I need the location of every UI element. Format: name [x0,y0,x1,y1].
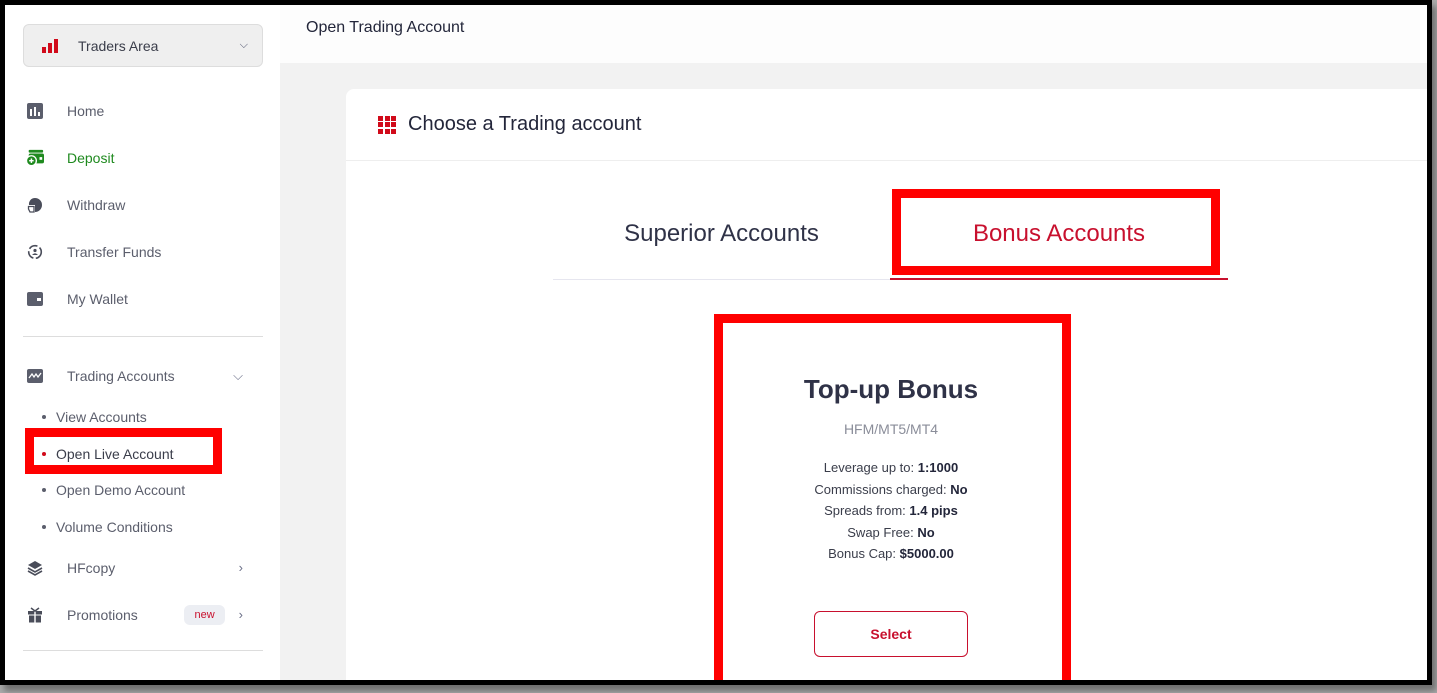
submenu-view-accounts[interactable]: View Accounts [28,399,228,436]
spec-leverage: Leverage up to: 1:1000 [721,457,1061,479]
card-header: Choose a Trading account [346,89,1427,161]
account-platforms: HFM/MT5/MT4 [843,421,939,437]
bullet-icon [42,488,46,493]
sidebar-item-promotions[interactable]: Promotions new › [23,591,263,638]
sidebar-item-deposit[interactable]: Deposit [23,134,263,181]
spec-swap-free: Swap Free: No [721,522,1061,544]
bullet-icon [42,451,46,456]
select-button[interactable]: Select [814,610,968,657]
chart-icon [26,102,44,120]
sidebar-item-label: Withdraw [67,196,126,213]
account-type-tabs: Superior Accounts Bonus Accounts [553,189,1228,281]
page-header: Open Trading Account [280,5,1427,63]
spec-value: No [950,481,968,497]
spec-bonus-cap: Bonus Cap: $5000.00 [721,543,1061,565]
signal-bars-icon [42,38,58,53]
tab-bonus-accounts[interactable]: Bonus Accounts [890,189,1228,280]
sidebar-item-label: Trading Accounts [67,367,175,384]
spec-label: Bonus Cap: [828,546,897,561]
bullet-icon [42,415,46,420]
sidebar-item-transfer-funds[interactable]: Transfer Funds [23,228,263,275]
wallet-icon [26,290,44,308]
sidebar-item-withdraw[interactable]: Withdraw [23,181,263,228]
sidebar-item-label: Promotions [67,606,138,623]
submenu-label: Open Live Account [56,445,174,462]
trading-accounts-nav: Trading Accounts ⌵ [23,352,263,399]
spec-value: No [917,524,935,540]
withdraw-icon [26,196,44,214]
sidebar-item-label: My Wallet [67,290,128,307]
submenu-open-demo-account[interactable]: Open Demo Account [28,472,228,509]
spec-value: 1.4 pips [909,503,958,518]
screenshot-frame: Traders Area ⌵ Home Deposit Withdraw Tra… [0,0,1432,685]
chevron-down-icon: ⌵ [239,39,248,51]
spec-label: Commissions charged: [814,481,947,497]
spec-spreads: Spreads from: 1.4 pips [721,500,1061,522]
chevron-right-icon: › [238,560,243,575]
sidebar-item-label: HFcopy [67,559,116,576]
gift-icon [26,606,44,624]
main-content: Open Trading Account Choose a Trading ac… [280,5,1427,680]
submenu-volume-conditions[interactable]: Volume Conditions [28,509,228,546]
spec-label: Leverage up to: [823,460,915,475]
sidebar-item-label: Home [67,102,105,119]
card-title: Choose a Trading account [408,113,642,135]
chevron-down-icon: ⌵ [233,367,243,383]
app-window: Traders Area ⌵ Home Deposit Withdraw Tra… [5,5,1427,680]
new-badge: new [184,604,225,625]
submenu-label: Open Demo Account [56,482,186,499]
spec-value: 1:1000 [917,460,959,475]
sidebar-item-label: Deposit [67,149,115,166]
extra-nav: HFcopy › Promotions new › [23,544,263,638]
sidebar-item-trading-accounts[interactable]: Trading Accounts ⌵ [23,352,263,399]
bullet-icon [42,524,46,529]
page-title: Open Trading Account [306,19,465,36]
sidebar: Traders Area ⌵ Home Deposit Withdraw Tra… [5,5,280,680]
sidebar-item-home[interactable]: Home [23,87,263,134]
sidebar-divider [23,336,263,337]
submenu-label: View Accounts [56,409,147,426]
spec-label: Swap Free: [847,524,914,540]
trading-accounts-submenu: View Accounts Open Live Account Open Dem… [28,399,228,545]
account-option-top-up-bonus: Top-up Bonus HFM/MT5/MT4 Leverage up to:… [714,314,1071,680]
sidebar-item-my-wallet[interactable]: My Wallet [23,275,263,322]
layers-icon [26,559,44,577]
sidebar-item-hfcopy[interactable]: HFcopy › [23,544,263,591]
choose-account-card: Choose a Trading account Superior Accoun… [346,89,1427,680]
spec-value: $5000.00 [899,546,954,561]
traders-area-label: Traders Area [78,37,159,54]
submenu-open-live-account[interactable]: Open Live Account [28,436,228,473]
spec-label: Spreads from: [824,503,906,518]
sidebar-item-label: Transfer Funds [67,243,162,260]
grid-icon [378,115,396,134]
spec-commissions: Commissions charged: No [721,479,1061,501]
submenu-label: Volume Conditions [56,518,173,535]
sidebar-divider [23,650,263,651]
wallet-plus-icon [26,149,44,167]
tab-superior-accounts[interactable]: Superior Accounts [553,189,890,280]
account-name: Top-up Bonus [803,374,979,404]
trading-chart-icon [26,367,44,385]
main-nav: Home Deposit Withdraw Transfer Funds My … [23,87,263,322]
chevron-right-icon: › [238,607,243,622]
transfer-icon [26,243,44,261]
account-specs: Leverage up to: 1:1000 Commissions charg… [721,457,1061,565]
traders-area-dropdown[interactable]: Traders Area ⌵ [23,24,263,67]
